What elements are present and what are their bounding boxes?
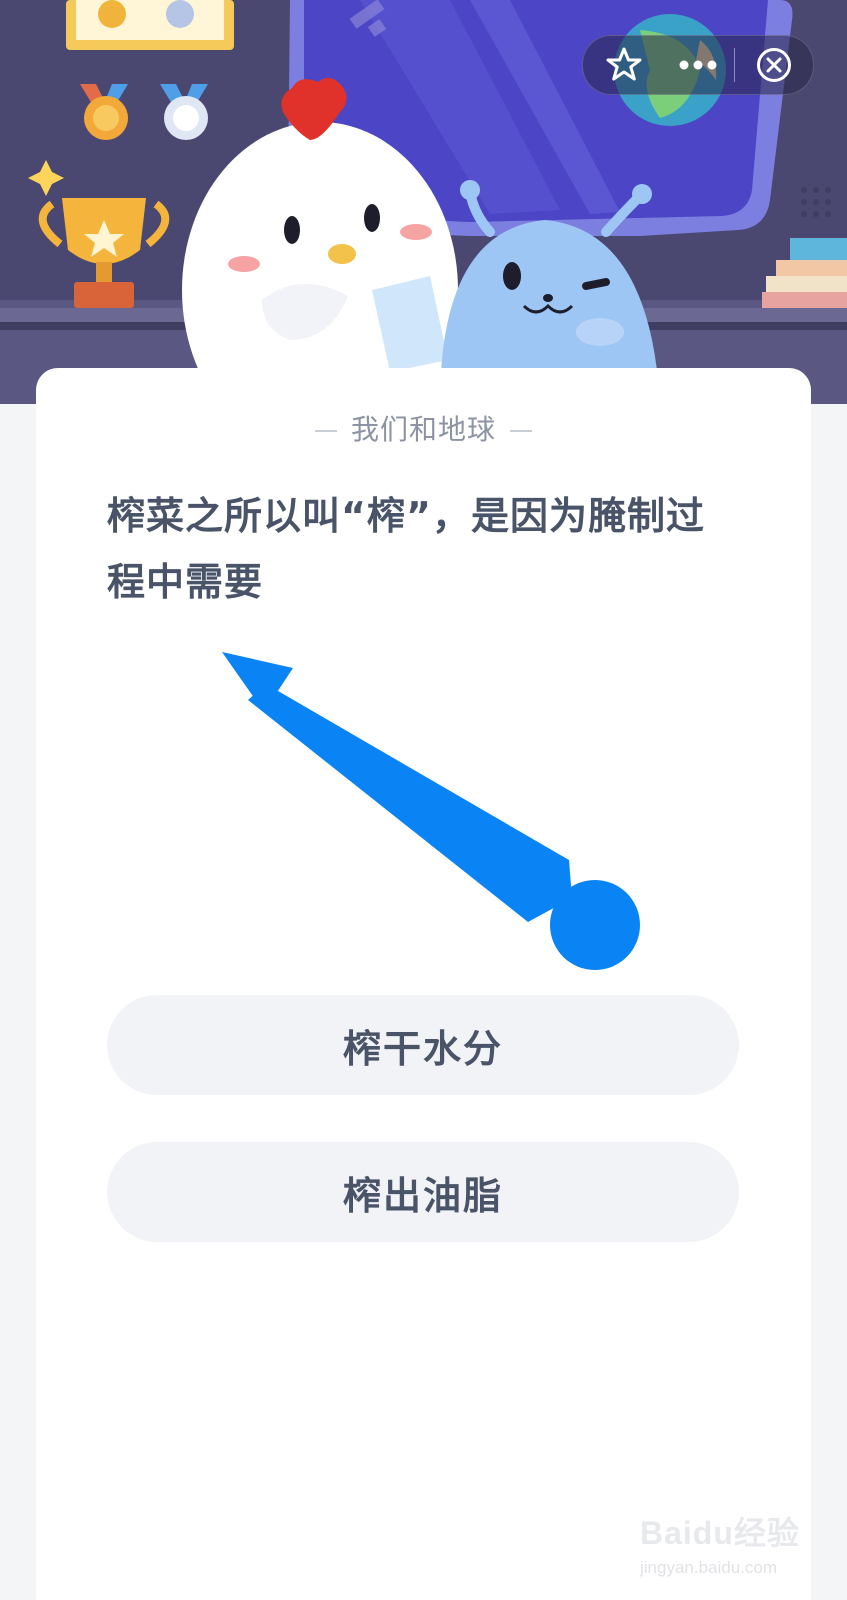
favorite-button[interactable] <box>587 36 661 94</box>
category-dash-right <box>510 430 532 432</box>
question-card: 我们和地球 榨菜之所以叫“榨”，是因为腌制过 程中需要 榨干水分 榨出油脂 <box>36 368 811 1600</box>
page: 我们和地球 榨菜之所以叫“榨”，是因为腌制过 程中需要 榨干水分 榨出油脂 Ba… <box>0 0 847 1600</box>
more-button[interactable] <box>661 36 734 94</box>
question-line-1: 榨菜之所以叫“榨”，是因为腌制过 <box>107 494 705 538</box>
option-label-1: 榨干水分 <box>342 1026 503 1071</box>
option-label-2: 榨出油脂 <box>342 1173 503 1218</box>
header-illustration <box>0 0 847 404</box>
watermark-sub-text: jingyan.baidu.com <box>640 1558 778 1577</box>
baidu-watermark: Baidu经验 jingyan.baidu.com <box>640 1508 830 1588</box>
option-button-1[interactable]: 榨干水分 <box>107 995 739 1095</box>
close-button[interactable] <box>735 36 813 94</box>
question-text: 榨菜之所以叫“榨”，是因为腌制过 程中需要 <box>107 483 767 615</box>
more-dots-icon <box>678 59 718 71</box>
question-line-2: 程中需要 <box>107 560 264 604</box>
star-icon <box>605 46 643 84</box>
close-circle-icon <box>755 46 793 84</box>
option-button-2[interactable]: 榨出油脂 <box>107 1142 739 1242</box>
category-dash-left <box>314 430 337 432</box>
category-text: 我们和地球 <box>350 413 496 446</box>
mini-program-capsule <box>582 35 814 95</box>
category-label: 我们和地球 <box>36 408 811 448</box>
watermark-main-text: Baidu经验 <box>640 1515 800 1551</box>
